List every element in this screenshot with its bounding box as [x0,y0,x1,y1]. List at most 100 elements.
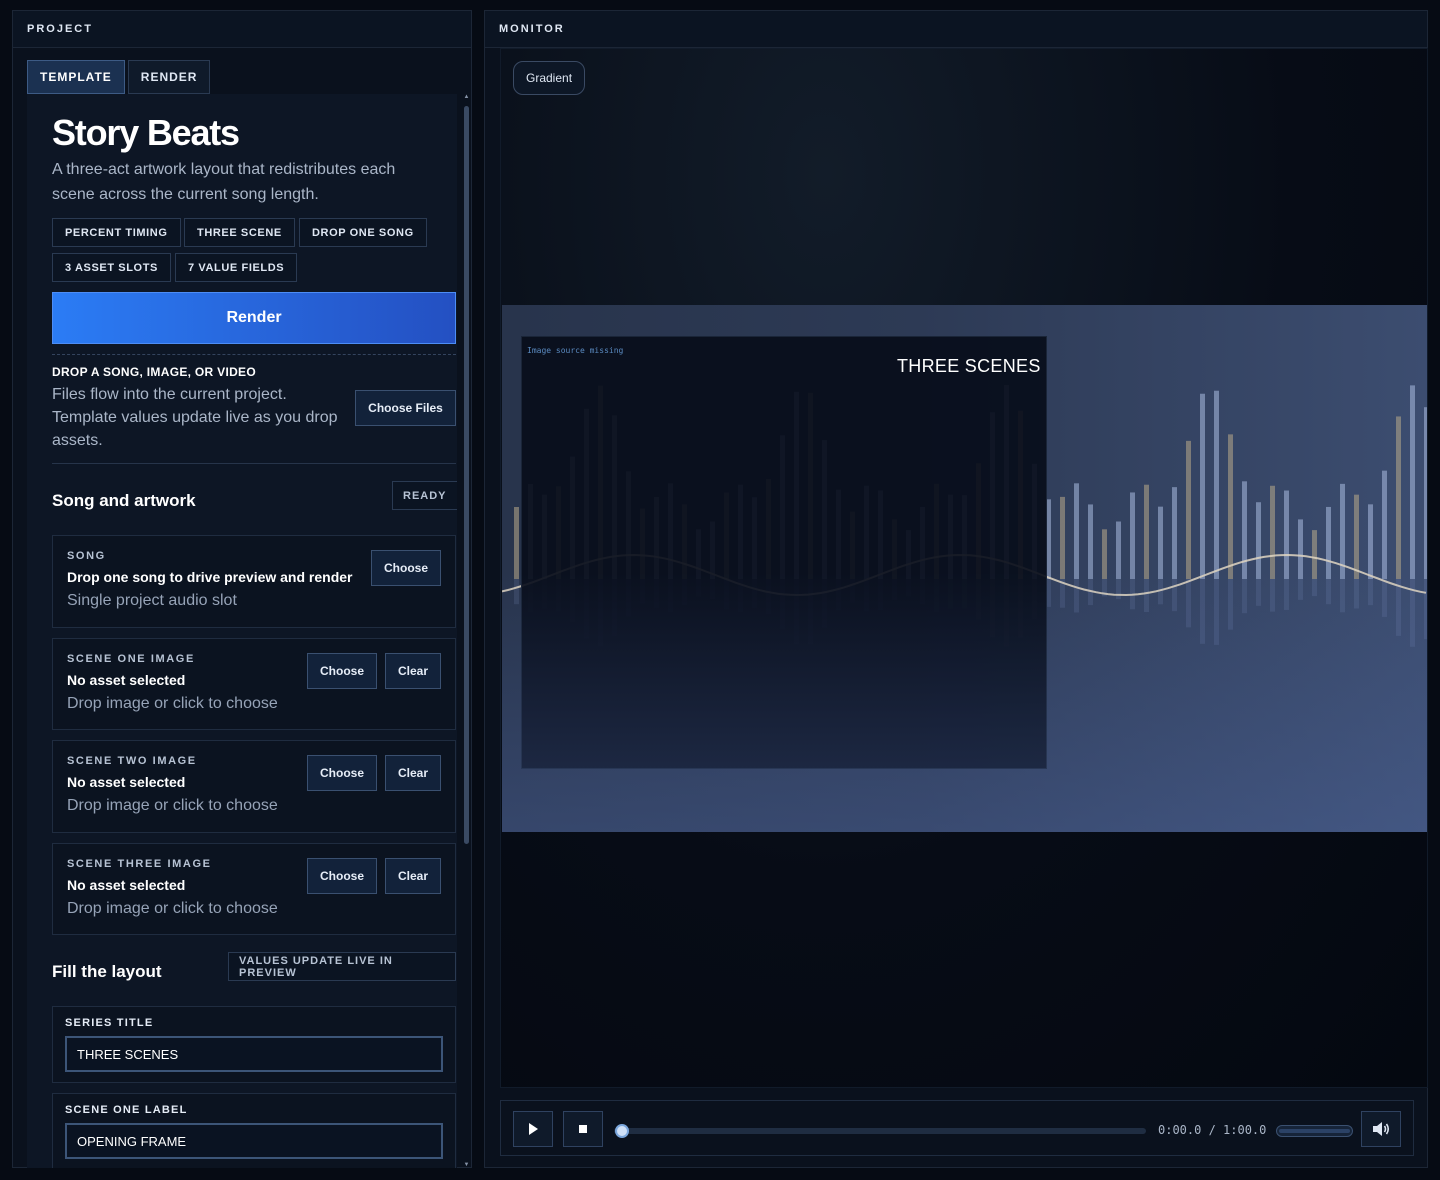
choose-scene-three-button[interactable]: Choose [307,858,377,894]
seek-bar[interactable] [614,1128,1146,1134]
visualizer-bar [1228,434,1233,579]
visualizer-bar [1368,504,1373,579]
visualizer-bar [1186,440,1191,579]
scene-one-image-slot[interactable]: SCENE ONE IMAGE No asset selected Drop i… [52,638,456,730]
series-title-input[interactable]: THREE SCENES [65,1036,443,1072]
slot-value: No asset selected [67,672,186,688]
slot-value: No asset selected [67,877,186,893]
visualizer-bar-reflection [1270,579,1275,612]
visualizer-bar [1354,494,1359,579]
speaker-icon [1373,1122,1390,1136]
visualizer-bar [1130,492,1135,579]
render-button[interactable]: Render [52,292,456,344]
slot-hint: Drop image or click to choose [67,695,278,712]
visualizer-bar-reflection [1298,579,1303,600]
scene-one-label-input[interactable]: OPENING FRAME [65,1123,443,1159]
slot-label: SCENE TWO IMAGE [67,755,197,767]
project-panel: PROJECT TEMPLATE RENDER Story Beats A th… [12,10,472,1168]
monitor-panel-header: MONITOR [485,11,1427,48]
chip-value-fields: 7 VALUE FIELDS [175,253,298,282]
missing-image-text: Image source missing [527,346,624,355]
visualizer-bar [1242,481,1247,579]
visualizer-bar [1382,470,1387,579]
slot-value: Drop one song to drive preview and rende… [67,569,353,585]
volume-button[interactable] [1361,1111,1401,1147]
visualizer-bar [1214,390,1219,579]
slot-label: SONG [67,550,106,562]
slot-value: No asset selected [67,774,186,790]
visualizer-bar-reflection [1312,579,1317,597]
visualizer-bar [1256,502,1261,579]
template-title: Story Beats [52,112,240,153]
visualizer-bar [1298,519,1303,579]
status-badge: READY [392,481,457,510]
divider [52,354,456,355]
song-slot[interactable]: SONG Drop one song to drive preview and … [52,535,456,628]
scene-one-label-field: SCENE ONE LABEL OPENING FRAME [52,1093,456,1168]
tab-template[interactable]: TEMPLATE [27,60,125,94]
visualizer-bar [1326,506,1331,579]
choose-song-button[interactable]: Choose [371,550,441,586]
choose-scene-two-button[interactable]: Choose [307,755,377,791]
choose-files-button[interactable]: Choose Files [355,390,456,426]
visualizer-bar-reflection [1186,579,1191,628]
visualizer-bar [1088,504,1093,579]
visualizer-bar-reflection [514,579,519,605]
scroll-up-icon[interactable]: ▲ [462,94,471,100]
chip-three-scene: THREE SCENE [184,218,295,247]
visualizer-bar-reflection [1144,579,1149,612]
seek-handle[interactable] [615,1124,629,1138]
visualizer-bar [1396,416,1401,579]
visualizer-bar [1200,393,1205,579]
visualizer-bar [1158,506,1163,579]
slot-label: SCENE THREE IMAGE [67,858,212,870]
volume-slider[interactable] [1276,1125,1353,1137]
clear-scene-one-button[interactable]: Clear [385,653,441,689]
visualizer-bar [1172,487,1177,579]
clear-scene-two-button[interactable]: Clear [385,755,441,791]
stop-icon [579,1125,587,1133]
project-panel-header: PROJECT [13,11,471,48]
scene-three-image-slot[interactable]: SCENE THREE IMAGE No asset selected Drop… [52,843,456,935]
field-label: SERIES TITLE [65,1017,154,1029]
visualizer-bar-reflection [1228,579,1233,630]
template-scroll-area[interactable]: Story Beats A three-act artwork layout t… [27,94,457,1168]
time-readout: 0:00.0 / 1:00.0 [1158,1123,1267,1137]
drop-zone-text: Files flow into the current project. Tem… [52,386,338,449]
visualizer-bar [514,507,519,579]
live-preview-badge: VALUES UPDATE LIVE IN PREVIEW [228,952,456,981]
assets-section-title: Song and artwork [52,491,196,510]
stop-button[interactable] [563,1111,603,1147]
visualizer-bar [1116,521,1121,579]
visualizer-bar [1410,385,1415,579]
chip-asset-slots: 3 ASSET SLOTS [52,253,171,282]
divider [52,463,456,464]
visualizer-bar [1312,530,1317,579]
scroll-down-icon[interactable]: ▼ [462,1162,471,1168]
visualizer-bar-reflection [1382,579,1387,617]
visualizer-bar-reflection [1284,579,1289,610]
project-tabs: TEMPLATE RENDER [27,60,211,94]
scene-two-image-slot[interactable]: SCENE TWO IMAGE No asset selected Drop i… [52,740,456,833]
visualizer-bar [1424,407,1427,579]
visualizer-bar-reflection [1354,579,1359,609]
visualizer-bar-reflection [1424,579,1427,640]
visualizer-bar-reflection [1200,579,1205,644]
visualizer-bar-reflection [1172,579,1177,612]
play-icon [529,1123,538,1135]
layout-section-title: Fill the layout [52,962,162,981]
clear-scene-three-button[interactable]: Clear [385,858,441,894]
volume-fill [1279,1129,1350,1133]
play-button[interactable] [513,1111,553,1147]
scrollbar-thumb[interactable] [464,106,469,844]
template-description: A three-act artwork layout that redistri… [52,161,396,203]
visualizer-bar-reflection [1396,579,1401,636]
visualizer-bar-reflection [1116,579,1121,600]
visualizer-bar-reflection [1340,579,1345,613]
scrollbar[interactable]: ▲ ▼ [462,94,471,1168]
background-mode-button[interactable]: Gradient [513,61,586,95]
tab-render[interactable]: RENDER [127,60,211,94]
choose-scene-one-button[interactable]: Choose [307,653,377,689]
visualizer-bar [1144,484,1149,579]
transport-bar: 0:00.0 / 1:00.0 [500,1100,1414,1156]
